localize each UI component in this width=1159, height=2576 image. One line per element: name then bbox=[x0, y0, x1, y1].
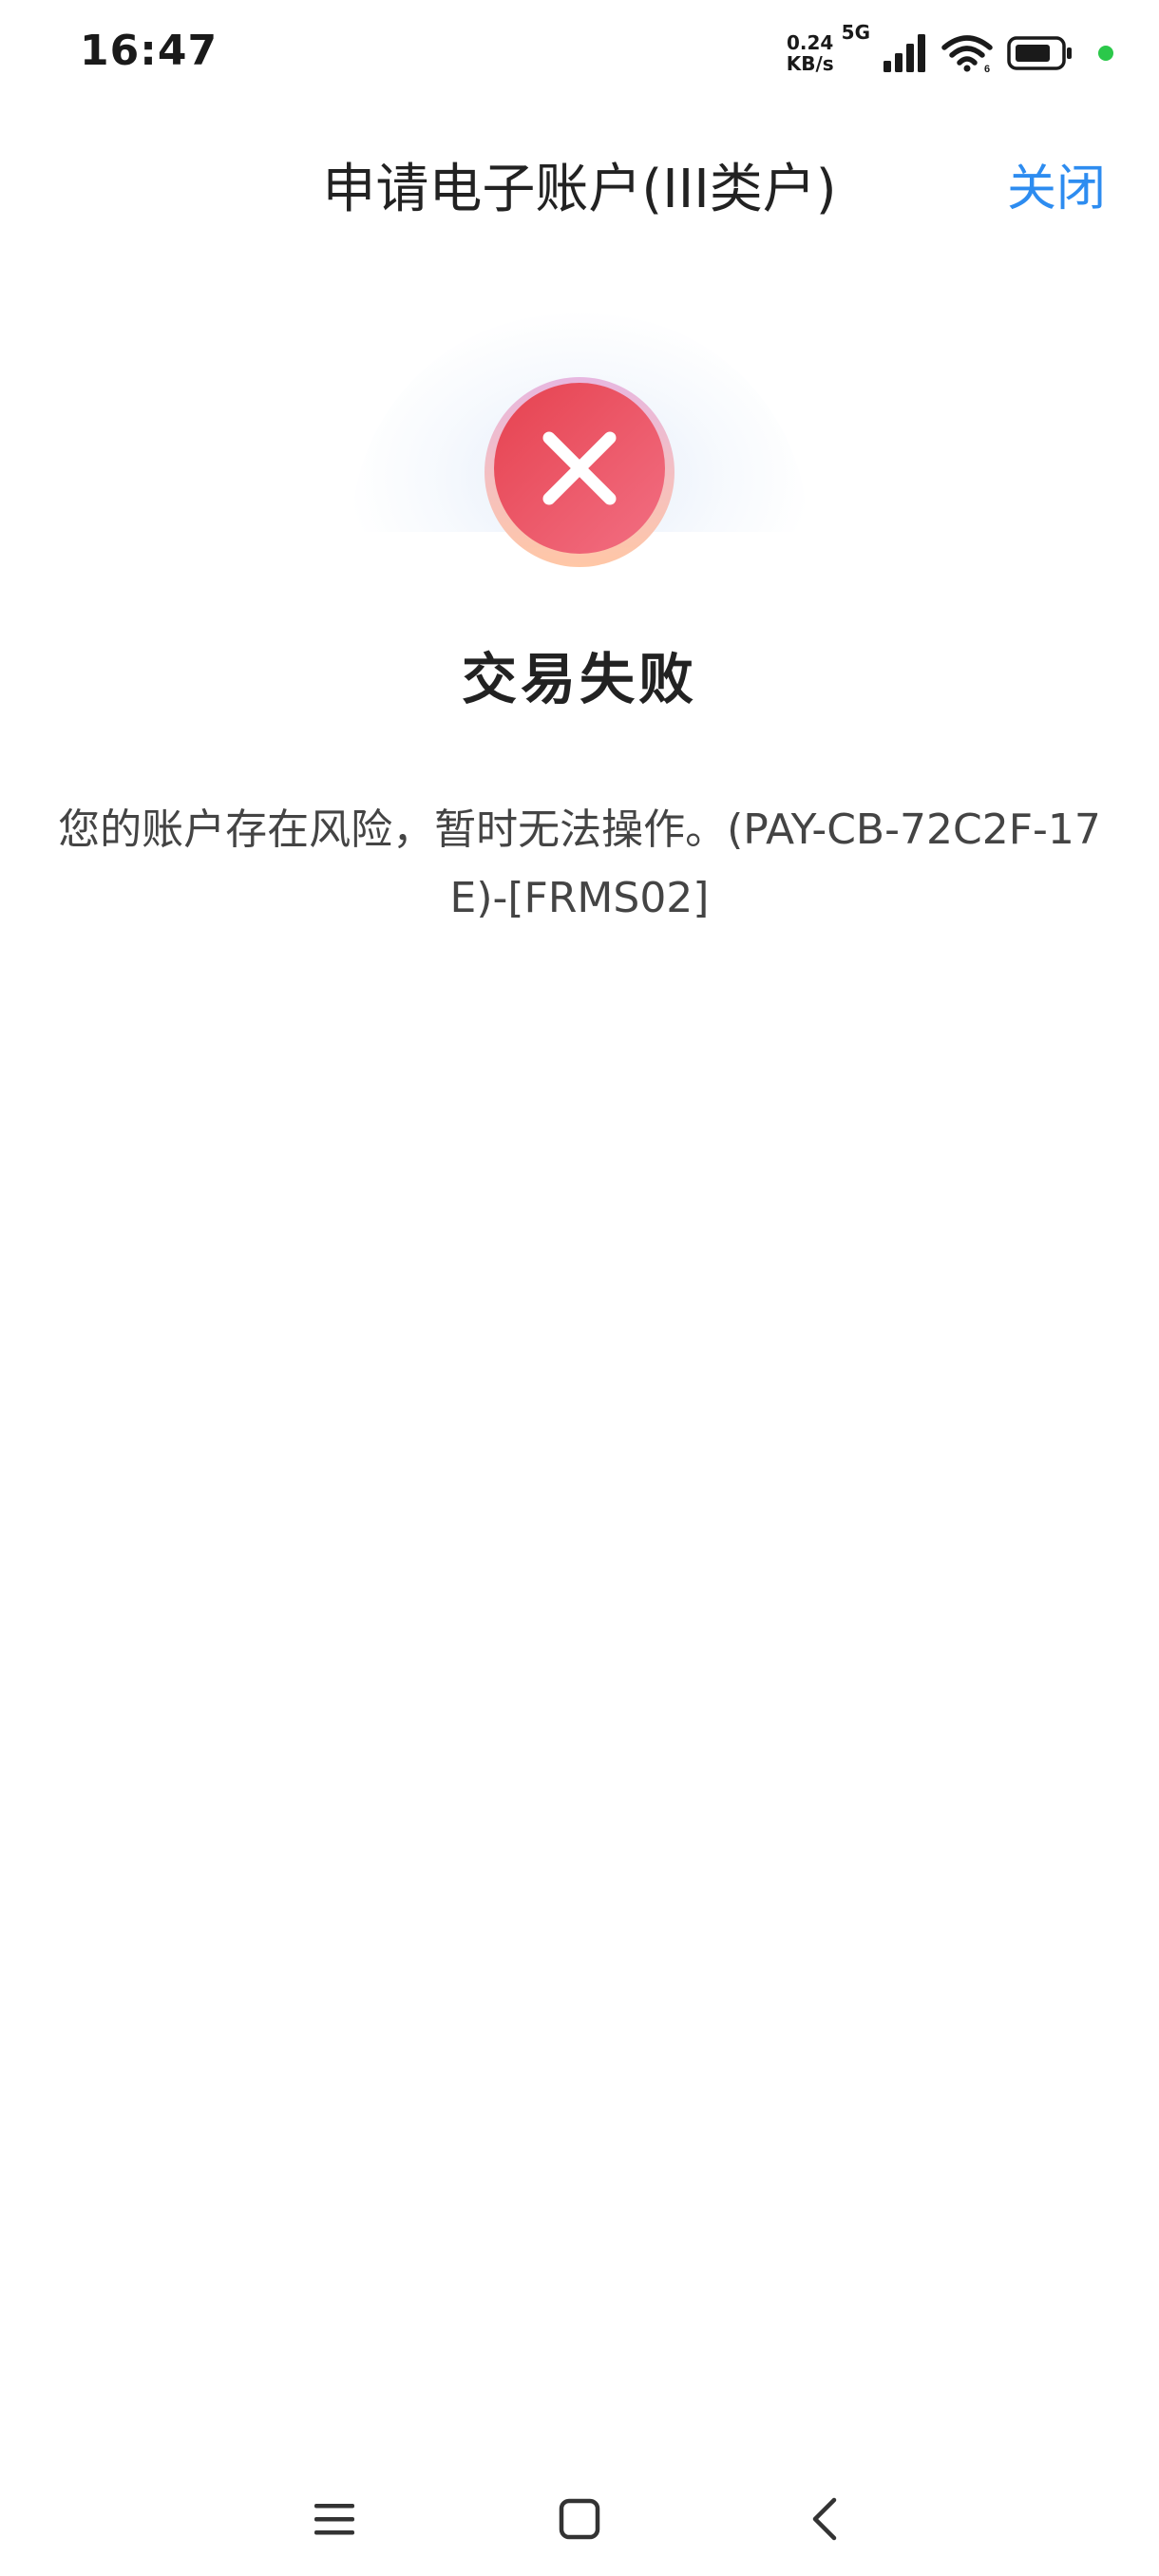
battery-icon bbox=[1007, 36, 1072, 70]
error-x-icon bbox=[484, 377, 674, 567]
page-title: 申请电子账户(III类户) bbox=[322, 159, 837, 220]
home-button[interactable] bbox=[522, 2462, 636, 2576]
wifi-icon: 6 bbox=[941, 35, 993, 72]
menu-button[interactable] bbox=[277, 2462, 391, 2576]
network-speed: 0.24 KB/s bbox=[787, 32, 834, 74]
signal-icon bbox=[884, 34, 925, 72]
back-icon bbox=[812, 2497, 837, 2541]
home-icon bbox=[559, 2498, 600, 2540]
network-type: 5G bbox=[841, 21, 870, 44]
network-speed-unit: KB/s bbox=[786, 52, 834, 75]
status-icons: 0.24 KB/s 5G 6 bbox=[787, 21, 1113, 82]
svg-text:6: 6 bbox=[984, 64, 990, 72]
nav-header: 申请电子账户(III类户) 关闭 bbox=[0, 114, 1159, 247]
status-time: 16:47 bbox=[80, 27, 218, 75]
screen: 16:47 0.24 KB/s 5G 6 申请电子账户(III类户) 关闭 交易… bbox=[0, 0, 1159, 2576]
network-speed-value: 0.24 bbox=[787, 31, 834, 54]
menu-icon bbox=[314, 2504, 354, 2535]
system-nav-bar bbox=[0, 2462, 1159, 2576]
status-indicator-dot bbox=[1098, 46, 1113, 61]
close-button[interactable]: 关闭 bbox=[1007, 148, 1106, 219]
status-bar: 16:47 0.24 KB/s 5G 6 bbox=[0, 0, 1159, 103]
result-title: 交易失败 bbox=[461, 647, 697, 711]
back-button[interactable] bbox=[768, 2462, 882, 2576]
result-message: 您的账户存在风险，暂时无法操作。(PAY-CB-72C2F-17E)-[FRMS… bbox=[58, 805, 1101, 922]
